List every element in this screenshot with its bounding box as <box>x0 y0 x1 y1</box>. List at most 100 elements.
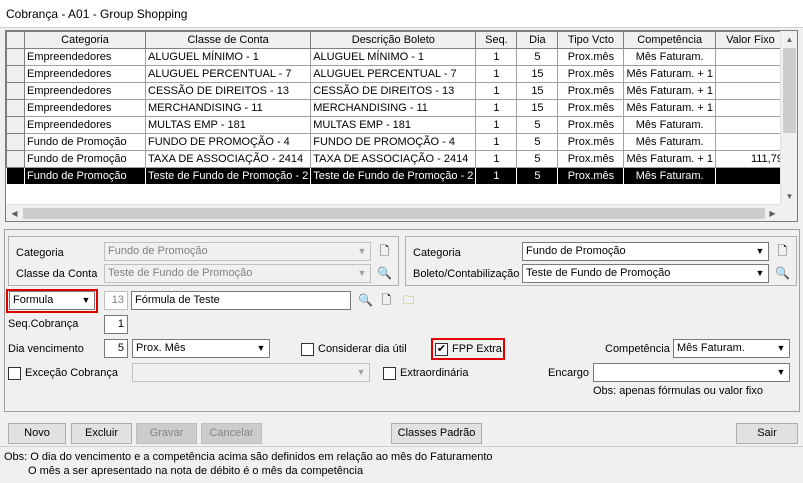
table-cell[interactable] <box>714 82 786 100</box>
table-row[interactable]: Empreendedores MULTAS EMP - 181 MULTAS EMP… <box>6 116 786 134</box>
table-cell[interactable]: Fundo de Promoção <box>24 150 146 168</box>
table-cell[interactable]: MERCHANDISING - 11 <box>310 99 477 117</box>
considerar-dia-util-checkbox[interactable] <box>301 343 314 356</box>
table-cell[interactable] <box>714 167 786 185</box>
table-cell[interactable] <box>714 116 786 134</box>
table-cell[interactable]: Mês Faturam. <box>623 116 716 134</box>
table-cell[interactable]: Prox.mês <box>557 133 625 151</box>
horizontal-scroll-thumb[interactable] <box>23 208 765 219</box>
table-cell[interactable]: 5 <box>516 116 559 134</box>
binoculars-icon[interactable]: 🔍 <box>773 264 792 283</box>
table-cell[interactable]: Prox.mês <box>557 82 625 100</box>
table-cell[interactable]: TAXA DE ASSOCIAÇÃO - 2414 <box>310 150 477 168</box>
table-cell[interactable]: MERCHANDISING - 11 <box>144 99 312 117</box>
table-cell[interactable]: MULTAS EMP - 181 <box>310 116 477 134</box>
table-cell[interactable]: 5 <box>516 150 559 168</box>
row-indicator[interactable] <box>6 99 25 117</box>
table-cell[interactable]: Empreendedores <box>24 82 146 100</box>
table-cell[interactable]: Prox.mês <box>557 65 625 83</box>
classes-padrao-button[interactable]: Classes Padrão <box>391 423 482 444</box>
scroll-up-icon[interactable]: ▲ <box>781 31 798 48</box>
table-cell[interactable]: Prox.mês <box>557 167 625 185</box>
table-cell[interactable]: Fundo de Promoção <box>24 133 146 151</box>
table-cell[interactable]: 111,79 <box>714 150 786 168</box>
table-cell[interactable]: Mês Faturam. <box>623 167 716 185</box>
table-cell[interactable]: 1 <box>475 48 518 66</box>
table-cell[interactable]: Mês Faturam. + 1 <box>623 82 716 100</box>
table-cell[interactable]: Mês Faturam. <box>623 133 716 151</box>
excluir-button[interactable]: Excluir <box>71 423 132 444</box>
cancelar-button[interactable]: Cancelar <box>201 423 262 444</box>
scroll-left-icon[interactable]: ◀ <box>6 205 23 222</box>
table-cell[interactable] <box>714 99 786 117</box>
competencia-select[interactable]: Mês Faturam. ▼ <box>673 339 790 358</box>
table-cell[interactable]: Mês Faturam. + 1 <box>623 150 716 168</box>
table-cell[interactable]: ALUGUEL PERCENTUAL - 7 <box>310 65 477 83</box>
categoria-right-select[interactable]: Fundo de Promoção ▼ <box>522 242 769 261</box>
column-header[interactable]: Categoria <box>24 31 146 49</box>
row-indicator[interactable] <box>6 65 25 83</box>
sair-button[interactable]: Sair <box>736 423 798 444</box>
table-row[interactable]: Empreendedores MERCHANDISING - 11 MERCHAND… <box>6 99 786 117</box>
table-cell[interactable]: CESSÃO DE DIREITOS - 13 <box>310 82 477 100</box>
table-cell[interactable]: 1 <box>475 116 518 134</box>
categoria-left-select[interactable]: Fundo de Promoção ▼ <box>104 242 371 261</box>
row-indicator[interactable] <box>6 48 25 66</box>
table-cell[interactable]: 5 <box>516 48 559 66</box>
table-cell[interactable]: Empreendedores <box>24 48 146 66</box>
table-cell[interactable]: 5 <box>516 133 559 151</box>
boleto-contabilizacao-select[interactable]: Teste de Fundo de Promoção ▼ <box>522 264 769 283</box>
scroll-right-icon[interactable]: ▶ <box>764 205 781 222</box>
table-cell[interactable]: CESSÃO DE DIREITOS - 13 <box>144 82 312 100</box>
new-document-icon[interactable]: 🗋 <box>773 242 792 261</box>
gravar-button[interactable]: Gravar <box>136 423 197 444</box>
table-cell[interactable]: 5 <box>516 167 559 185</box>
encargo-select[interactable]: ▼ <box>593 363 790 382</box>
formula-type-select[interactable]: Formula ▼ <box>9 291 95 310</box>
table-cell[interactable]: 1 <box>475 133 518 151</box>
table-cell[interactable]: ALUGUEL MÍNIMO - 1 <box>310 48 477 66</box>
table-cell[interactable]: Empreendedores <box>24 116 146 134</box>
table-cell[interactable] <box>714 133 786 151</box>
column-header[interactable]: Valor Fixo <box>714 31 786 49</box>
table-cell[interactable]: FUNDO DE PROMOÇÃO - 4 <box>310 133 477 151</box>
table-cell[interactable]: ALUGUEL PERCENTUAL - 7 <box>144 65 312 83</box>
dia-vencimento-field[interactable]: 5 <box>104 339 128 358</box>
row-indicator[interactable] <box>6 82 25 100</box>
table-cell[interactable]: ALUGUEL MÍNIMO - 1 <box>144 48 312 66</box>
dia-tipo-select[interactable]: Prox. Mês ▼ <box>132 339 270 358</box>
table-cell[interactable]: 1 <box>475 150 518 168</box>
table-cell[interactable]: Empreendedores <box>24 65 146 83</box>
row-indicator[interactable] <box>6 150 25 168</box>
column-header[interactable]: Dia <box>516 31 559 49</box>
table-cell[interactable]: Mês Faturam. + 1 <box>623 65 716 83</box>
classe-conta-select[interactable]: Teste de Fundo de Promoção ▼ <box>104 264 371 283</box>
novo-button[interactable]: Novo <box>8 423 66 444</box>
table-cell[interactable]: TAXA DE ASSOCIAÇÃO - 2414 <box>144 150 312 168</box>
row-indicator[interactable] <box>6 167 25 185</box>
billing-grid[interactable]: Categoria Classe de Conta Descrição Bole… <box>5 30 798 222</box>
extraordinaria-checkbox[interactable] <box>383 367 396 380</box>
table-row[interactable]: Fundo de Promoção Teste de Fundo de Promo… <box>6 167 786 185</box>
binoculars-icon[interactable]: 🔍 <box>356 291 375 310</box>
table-cell[interactable]: Fundo de Promoção <box>24 167 146 185</box>
column-header[interactable]: Descrição Boleto <box>310 31 477 49</box>
table-cell[interactable]: 15 <box>516 65 559 83</box>
table-cell[interactable]: Teste de Fundo de Promoção - 2 <box>144 167 312 185</box>
table-cell[interactable]: 15 <box>516 82 559 100</box>
table-cell[interactable]: Empreendedores <box>24 99 146 117</box>
new-document-icon[interactable]: 🗋 <box>375 242 394 261</box>
table-row[interactable]: Empreendedores ALUGUEL MÍNIMO - 1 ALUGUEL … <box>6 48 786 66</box>
column-header[interactable]: Classe de Conta <box>144 31 312 49</box>
new-document-icon[interactable]: 🗋 <box>377 291 396 310</box>
column-header[interactable]: Tipo Vcto <box>557 31 625 49</box>
table-cell[interactable]: Prox.mês <box>557 116 625 134</box>
table-cell[interactable] <box>714 65 786 83</box>
table-row[interactable]: Empreendedores ALUGUEL PERCENTUAL - 7 ALUG… <box>6 65 786 83</box>
table-cell[interactable]: Prox.mês <box>557 99 625 117</box>
table-row[interactable]: Fundo de Promoção FUNDO DE PROMOÇÃO - 4 FU… <box>6 133 786 151</box>
table-row[interactable]: Empreendedores CESSÃO DE DIREITOS - 13 CES… <box>6 82 786 100</box>
horizontal-scrollbar[interactable]: ◀ ▶ <box>6 204 781 221</box>
formula-name-field[interactable]: Fórmula de Teste <box>131 291 351 310</box>
table-cell[interactable]: FUNDO DE PROMOÇÃO - 4 <box>144 133 312 151</box>
